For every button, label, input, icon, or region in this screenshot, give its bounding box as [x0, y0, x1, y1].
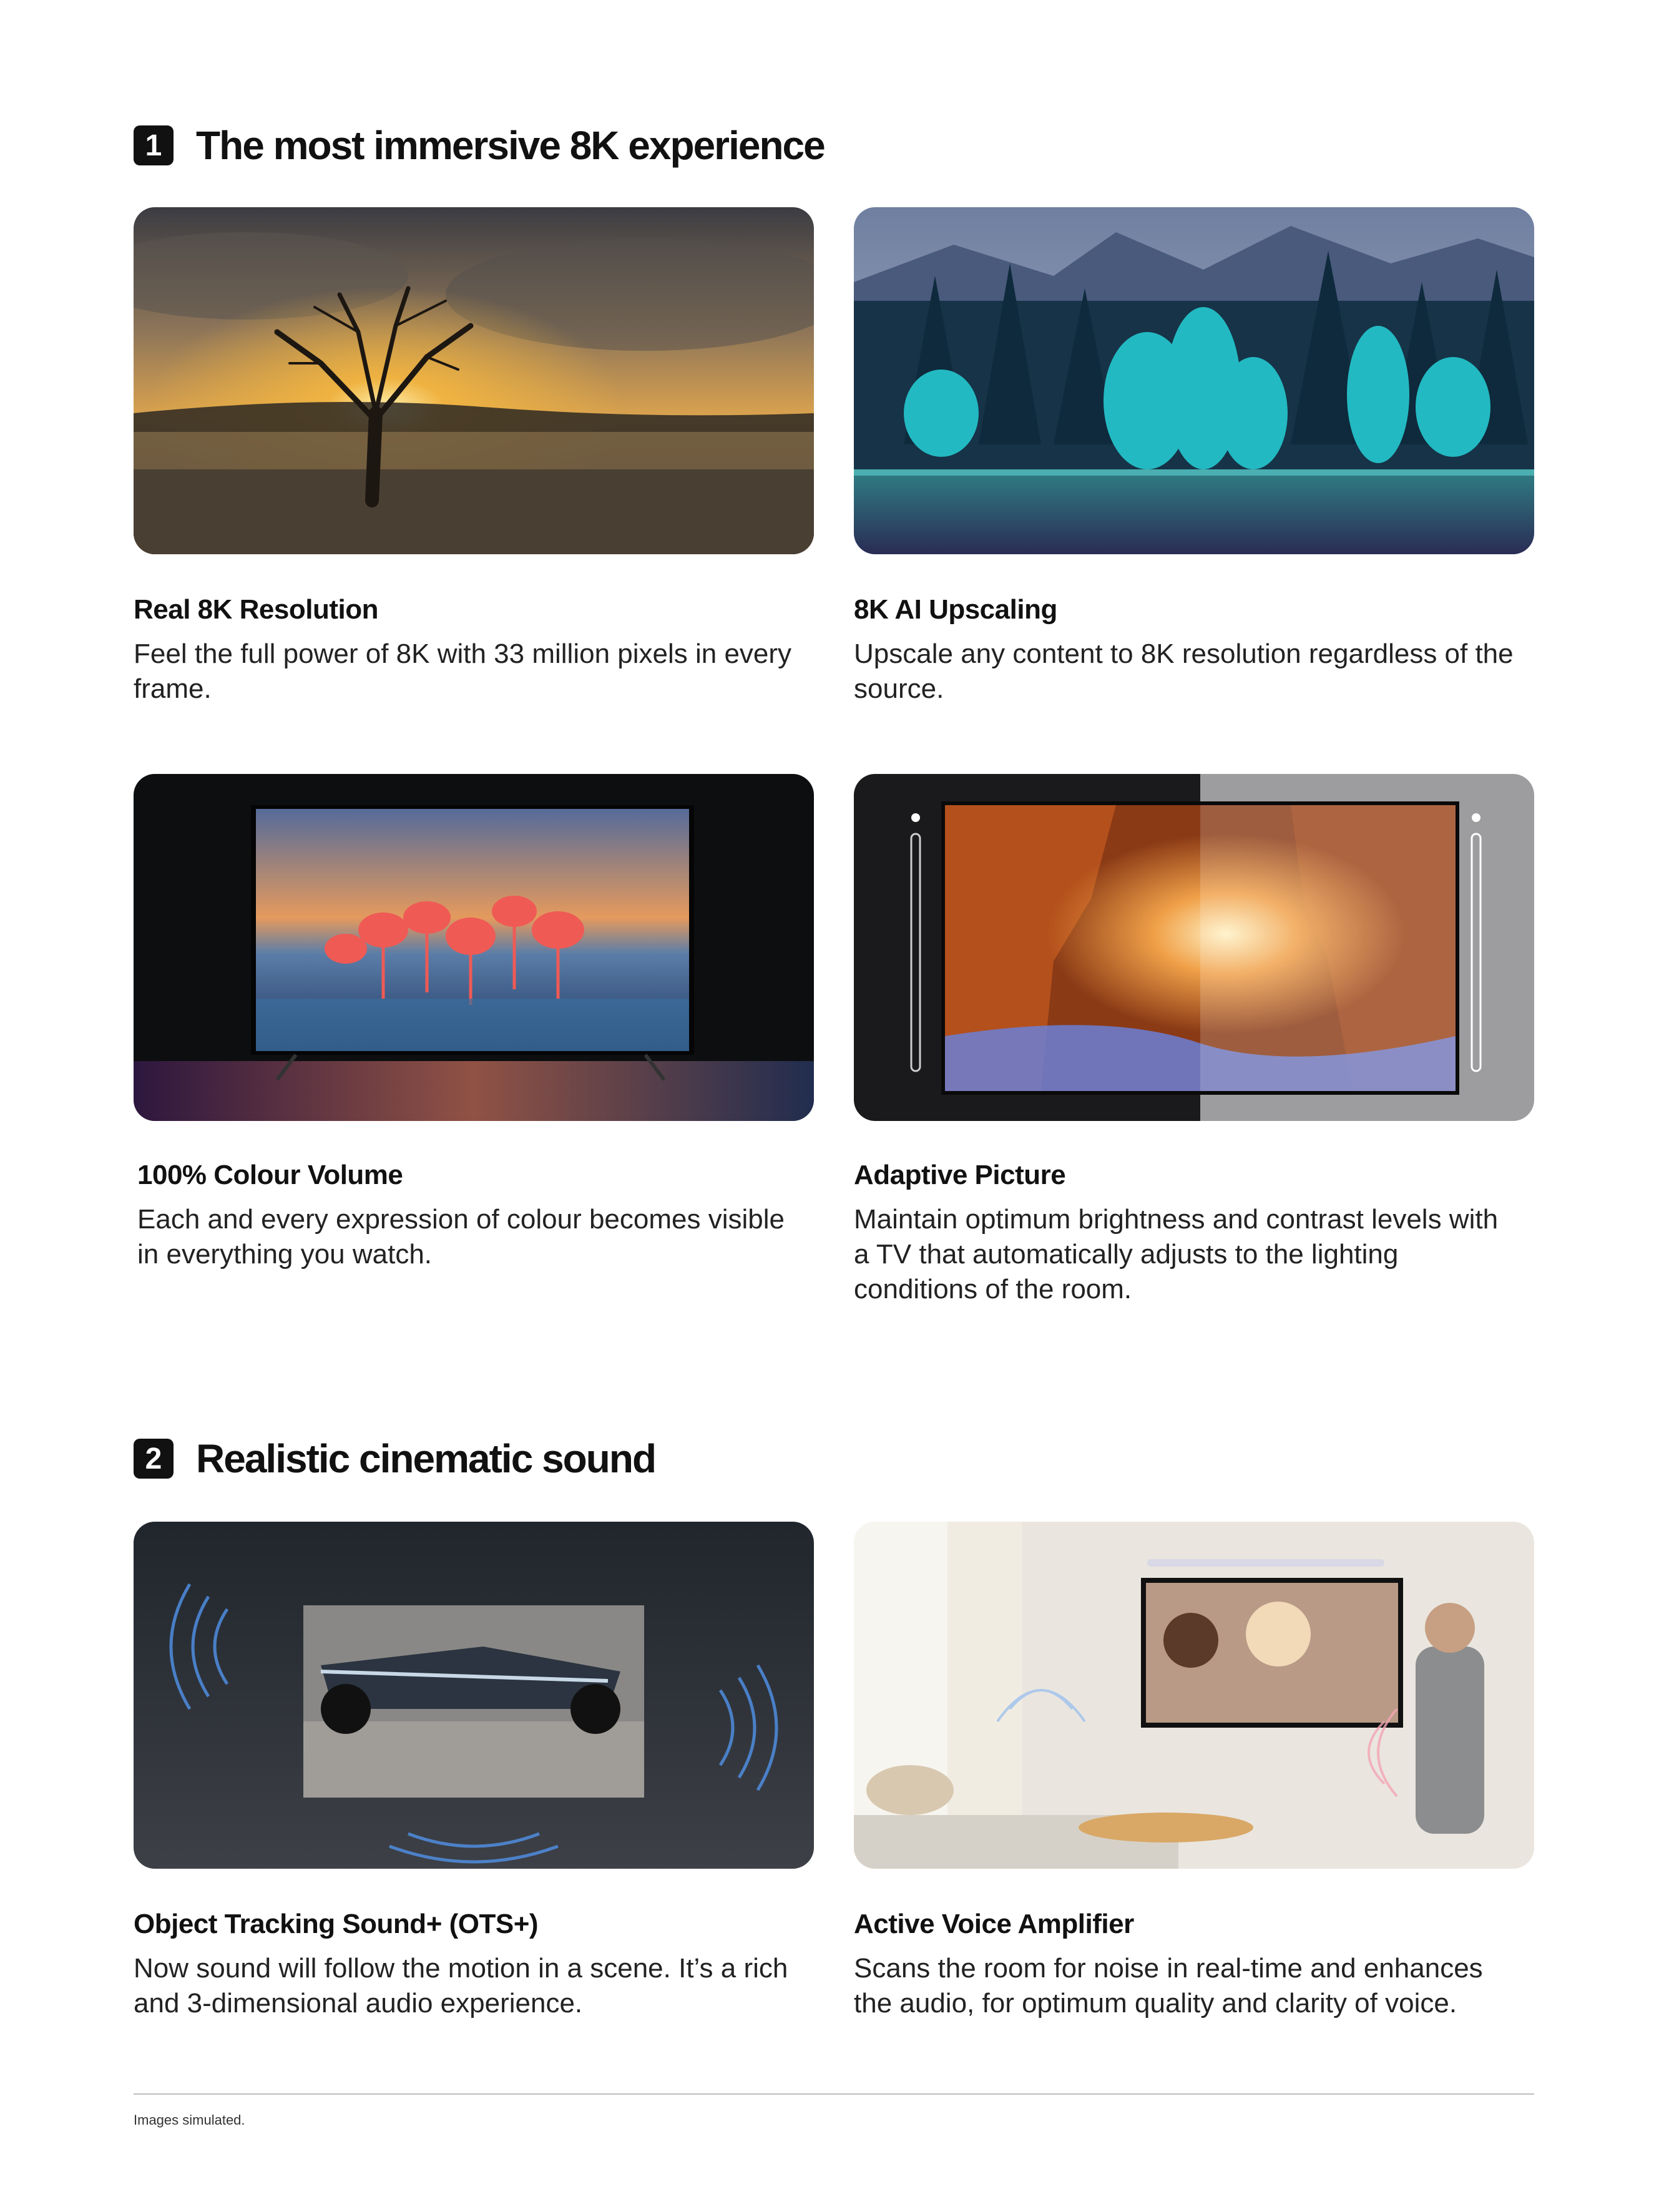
section-heading-1: 1 The most immersive 8K experience: [134, 122, 826, 169]
image-race-car-sound: [134, 1522, 814, 1869]
feature-title-ai-upscaling: 8K AI Upscaling: [854, 594, 1057, 625]
image-living-room-voice: [854, 1522, 1534, 1869]
image-tree-sunset: [134, 207, 814, 554]
feature-desc-ai-upscaling: Upscale any content to 8K resolution reg…: [854, 639, 1514, 704]
footnote: Images simulated.: [134, 2112, 245, 2128]
feature-title-colour-volume: 100% Colour Volume: [137, 1160, 403, 1190]
footer-divider: [134, 2093, 1534, 2095]
feature-desc-adaptive-picture: Maintain optimum brightness and contrast…: [854, 1204, 1499, 1304]
image-adaptive-canyon: [854, 774, 1534, 1121]
feature-desc-colour-volume: Each and every expression of colour beco…: [137, 1204, 785, 1270]
feature-desc-voice-amplifier: Scans the room for noise in real-time an…: [854, 1953, 1483, 2019]
image-forest-lake: [854, 207, 1534, 554]
feature-desc-real-8k: Feel the full power of 8K with 33 millio…: [134, 639, 792, 704]
section-number-badge: 2: [134, 1439, 174, 1479]
feature-desc-ots: Now sound will follow the motion in a sc…: [134, 1953, 788, 2019]
feature-title-adaptive-picture: Adaptive Picture: [854, 1160, 1066, 1190]
section-title: Realistic cinematic sound: [196, 1436, 657, 1481]
section-title: The most immersive 8K experience: [196, 123, 826, 168]
section-heading-2: 2 Realistic cinematic sound: [134, 1436, 657, 1482]
feature-title-ots: Object Tracking Sound+ (OTS+): [134, 1909, 539, 1939]
section-number-badge: 1: [134, 125, 174, 165]
feature-title-voice-amplifier: Active Voice Amplifier: [854, 1909, 1134, 1939]
image-flamingo-tv: [134, 774, 814, 1121]
feature-title-real-8k: Real 8K Resolution: [134, 594, 378, 625]
